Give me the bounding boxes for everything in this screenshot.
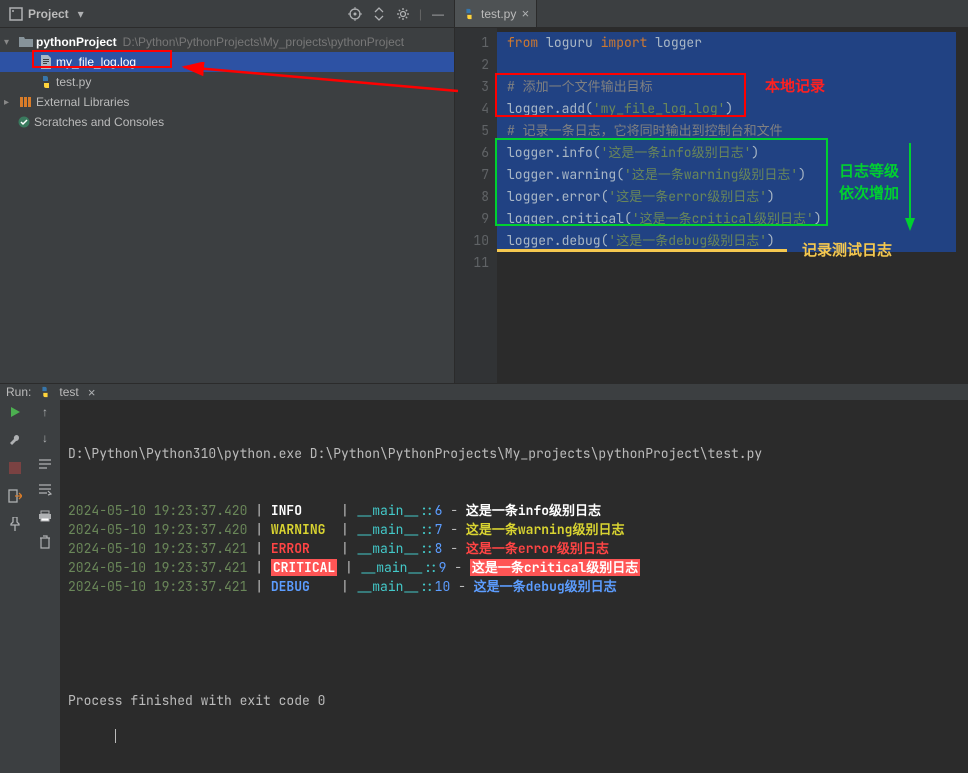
stop-icon[interactable] [7,460,23,476]
run-finished: Process finished with exit code 0 [68,691,960,710]
run-label: Run: [6,385,31,399]
editor-pane: test.py × 1234567891011 from loguru impo… [455,0,968,383]
project-pane-header: Project ▾ | — [0,0,454,28]
file-py-label: test.py [56,75,91,89]
pin-icon[interactable] [7,516,23,532]
python-file-icon [38,74,54,90]
down-icon[interactable]: ↓ [37,430,53,446]
log-line: 2024-05-10 19:23:37.421 | CRITICAL | __m… [68,558,960,577]
expand-all-icon[interactable] [371,6,387,22]
wrench-icon[interactable] [7,432,23,448]
rerun-icon[interactable] [7,404,23,420]
python-icon [37,384,53,400]
softwrap-icon[interactable] [37,456,53,472]
scratch-icon [16,114,32,130]
run-toolbar-left2: ↑ ↓ [30,400,60,773]
log-line: 2024-05-10 19:23:37.421 | DEBUG | __main… [68,577,960,596]
log-line: 2024-05-10 19:23:37.421 | ERROR | __main… [68,539,960,558]
up-icon[interactable]: ↑ [37,404,53,420]
close-icon[interactable]: × [520,6,530,22]
locate-icon[interactable] [347,6,363,22]
print-icon[interactable] [37,508,53,524]
annotation-green-arrow [903,143,917,233]
code-content[interactable]: from loguru import logger # 添加一个文件输出目标 l… [497,28,968,383]
annotation-yellow-underline [497,249,787,252]
annotation-local-record: 本地记录 [765,76,825,98]
tab-label: test.py [481,7,516,21]
code-editor[interactable]: 1234567891011 from loguru import logger … [455,28,968,383]
gear-icon[interactable] [395,6,411,22]
log-line: 2024-05-10 19:23:37.420 | INFO | __main_… [68,501,960,520]
run-toolbar-left [0,400,30,773]
annotation-red-box-file [32,50,172,68]
root-path: D:\Python\PythonProjects\My_projects\pyt… [123,35,404,49]
exit-icon[interactable] [7,488,23,504]
library-icon [18,94,34,110]
ext-lib-label: External Libraries [36,95,129,109]
root-name: pythonProject [36,35,117,49]
close-icon[interactable]: × [87,384,97,400]
dropdown-icon[interactable]: ▾ [73,6,89,22]
hide-icon[interactable]: — [430,6,446,22]
annotation-record-log: 记录测试日志 [802,240,892,262]
scratches-label: Scratches and Consoles [34,115,164,129]
scroll-end-icon[interactable] [37,482,53,498]
run-header: Run: test × [0,384,968,400]
log-line: 2024-05-10 19:23:37.420 | WARNING | __ma… [68,520,960,539]
annotation-green-box [495,138,828,226]
project-pane-title: Project [28,7,69,21]
run-cmd-line: D:\Python\Python310\python.exe D:\Python… [68,444,960,463]
editor-tabs: test.py × [455,0,968,28]
annotation-level1: 日志等级 [839,161,899,183]
trash-icon[interactable] [37,534,53,550]
annotation-red-box-code [495,73,746,117]
run-config-name[interactable]: test [59,385,78,399]
run-output[interactable]: D:\Python\Python310\python.exe D:\Python… [60,400,968,773]
annotation-red-arrow [178,62,463,96]
python-file-icon [461,6,477,22]
project-icon [8,6,24,22]
annotation-level2: 依次增加 [839,183,899,205]
tree-scratches[interactable]: Scratches and Consoles [0,112,454,132]
run-panel: Run: test × ↑ ↓ D:\Python\Python310\pyth… [0,383,968,615]
tab-testpy[interactable]: test.py × [455,0,537,27]
tree-root[interactable]: ▾ pythonProject D:\Python\PythonProjects… [0,32,454,52]
folder-icon [18,34,34,50]
project-pane: Project ▾ | — ▾ pythonProject D:\Python\… [0,0,455,383]
